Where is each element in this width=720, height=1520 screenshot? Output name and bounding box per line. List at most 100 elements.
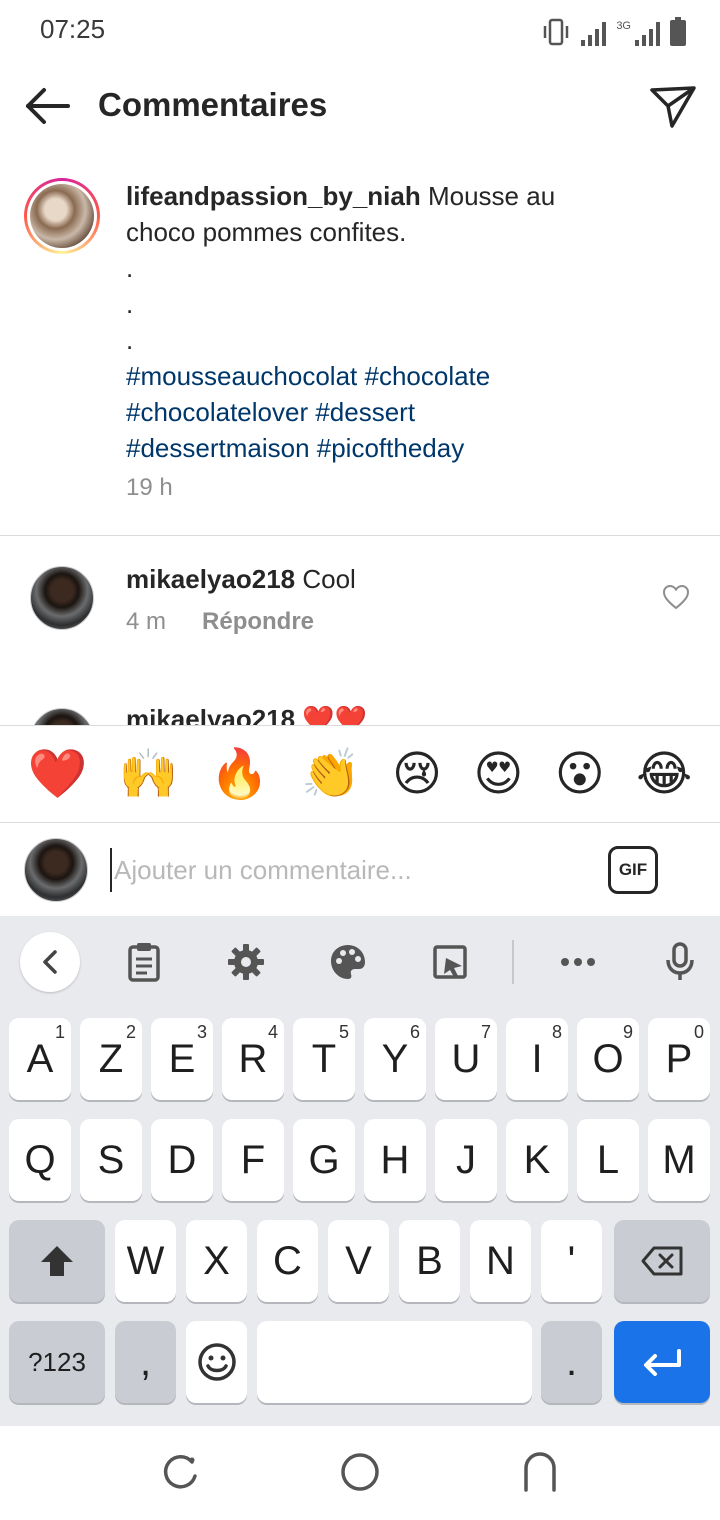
author-avatar[interactable] <box>24 178 100 254</box>
caption-dot: . <box>126 325 134 355</box>
network-type: 3G <box>616 20 631 32</box>
key-hint: 7 <box>480 1022 491 1042</box>
emoji-surprised-button[interactable]: 😮 <box>555 745 605 803</box>
key-a[interactable]: A1 <box>9 1018 71 1100</box>
key-y[interactable]: Y6 <box>364 1018 426 1100</box>
home-icon[interactable] <box>338 1450 382 1494</box>
emoji-key[interactable] <box>186 1321 247 1403</box>
back-arrow-icon[interactable] <box>22 82 74 130</box>
caption-dot: . <box>126 289 134 319</box>
reply-button[interactable]: Répondre <box>202 608 314 636</box>
emoji-heart-button[interactable]: ❤️ <box>28 745 88 803</box>
more-options-button[interactable] <box>554 938 602 986</box>
caption-text: lifeandpassion_by_niah Mousse au choco p… <box>126 178 686 466</box>
key-i[interactable]: I8 <box>506 1018 568 1100</box>
key-x[interactable]: X <box>186 1220 247 1302</box>
caption-dot: . <box>126 253 134 283</box>
keyboard-toolbar <box>0 916 720 1008</box>
signal-icon <box>581 20 607 46</box>
keyboard: A1 Z2 E3 R4 T5 Y6 U7 I8 O9 P0 Q S D F G … <box>0 916 720 1426</box>
voice-input-button[interactable] <box>656 938 704 986</box>
shift-key[interactable] <box>9 1220 105 1302</box>
clipboard-button[interactable] <box>120 938 168 986</box>
comment-username[interactable]: mikaelyao218 <box>126 704 295 725</box>
post-caption: lifeandpassion_by_niah Mousse au choco p… <box>0 176 720 536</box>
shift-arrow-icon <box>41 1246 73 1276</box>
emoji-laughing-button[interactable]: 😂 <box>636 745 692 803</box>
key-z[interactable]: Z2 <box>80 1018 142 1100</box>
symbols-key[interactable]: ?123 <box>9 1321 105 1403</box>
symbols-label: ?123 <box>28 1346 86 1377</box>
key-hint: 3 <box>196 1022 207 1042</box>
emoji-raising-hands-button[interactable]: 🙌 <box>119 745 179 803</box>
emoji-sad-button[interactable]: 😢 <box>392 745 442 803</box>
key-l[interactable]: L <box>577 1119 639 1201</box>
key-c[interactable]: C <box>257 1220 318 1302</box>
back-nav-icon[interactable] <box>518 1450 562 1494</box>
more-dots-icon <box>561 958 595 966</box>
key-h[interactable]: H <box>364 1119 426 1201</box>
header: Commentaires <box>0 70 720 142</box>
key-j[interactable]: J <box>435 1119 497 1201</box>
key-o[interactable]: O9 <box>577 1018 639 1100</box>
key-t[interactable]: T5 <box>293 1018 355 1100</box>
key-b[interactable]: B <box>399 1220 460 1302</box>
key-e[interactable]: E3 <box>151 1018 213 1100</box>
backspace-icon <box>641 1246 683 1276</box>
emoji-heart-eyes-button[interactable]: 😍 <box>473 745 523 803</box>
send-icon[interactable] <box>648 82 698 130</box>
key-q[interactable]: Q <box>9 1119 71 1201</box>
key-label: Y <box>381 1036 409 1081</box>
hashtags-line[interactable]: #chocolatelover #dessert <box>126 394 686 430</box>
recent-apps-icon[interactable] <box>158 1450 202 1494</box>
enter-key[interactable] <box>614 1321 710 1403</box>
space-key[interactable] <box>257 1321 532 1403</box>
caption-timestamp: 19 h <box>126 474 173 501</box>
comment-input[interactable] <box>110 848 580 892</box>
resize-button[interactable] <box>426 938 474 986</box>
keyboard-collapse-button[interactable] <box>20 932 80 992</box>
comment-message: ❤️❤️ <box>295 704 368 725</box>
status-bar: 07:25 3G <box>0 0 720 64</box>
key-g[interactable]: G <box>293 1119 355 1201</box>
system-nav-bar <box>0 1426 720 1520</box>
settings-button[interactable] <box>222 938 270 986</box>
key-label: U <box>451 1036 481 1081</box>
key-m[interactable]: M <box>648 1119 710 1201</box>
comment-username[interactable]: mikaelyao218 <box>126 564 295 594</box>
caption-text-line1: Mousse au <box>420 181 556 211</box>
gif-button[interactable]: GIF <box>608 846 658 894</box>
key-v[interactable]: V <box>328 1220 389 1302</box>
key-r[interactable]: R4 <box>222 1018 284 1100</box>
like-heart-icon[interactable] <box>662 584 690 610</box>
status-time: 07:25 <box>40 14 106 44</box>
backspace-key[interactable] <box>614 1220 710 1302</box>
key-k[interactable]: K <box>506 1119 568 1201</box>
theme-button[interactable] <box>324 938 372 986</box>
key-label: P <box>665 1036 693 1081</box>
key-w[interactable]: W <box>115 1220 176 1302</box>
comment-item: mikaelyao218 Cool 4 m Répondre <box>0 560 720 680</box>
page-title: Commentaires <box>98 86 328 123</box>
caption-username[interactable]: lifeandpassion_by_niah <box>126 181 421 211</box>
emoji-fire-button[interactable]: 🔥 <box>210 745 270 803</box>
comment-message: Cool <box>295 564 356 594</box>
smiley-icon <box>197 1343 236 1381</box>
key-apostrophe[interactable]: ' <box>541 1220 602 1302</box>
key-hint: 1 <box>54 1022 65 1042</box>
key-f[interactable]: F <box>222 1119 284 1201</box>
comma-key[interactable]: , <box>115 1321 176 1403</box>
hashtags-line[interactable]: #mousseauchocolat #chocolate <box>126 358 686 394</box>
palette-icon <box>331 945 365 979</box>
commenter-avatar[interactable] <box>30 708 94 725</box>
commenter-avatar[interactable] <box>30 566 94 630</box>
key-d[interactable]: D <box>151 1119 213 1201</box>
emoji-clap-button[interactable]: 👏 <box>301 745 361 803</box>
key-n[interactable]: N <box>470 1220 531 1302</box>
period-key[interactable]: . <box>541 1321 602 1403</box>
hashtags-line[interactable]: #dessertmaison #picoftheday <box>126 430 686 466</box>
key-s[interactable]: S <box>80 1119 142 1201</box>
key-hint: 8 <box>551 1022 562 1042</box>
key-p[interactable]: P0 <box>648 1018 710 1100</box>
key-u[interactable]: U7 <box>435 1018 497 1100</box>
